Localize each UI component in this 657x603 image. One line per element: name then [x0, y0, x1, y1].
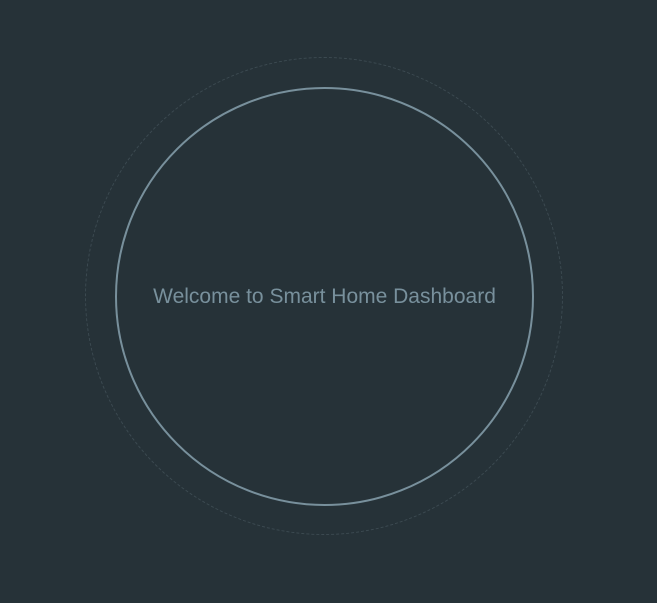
- welcome-message: Welcome to Smart Home Dashboard: [153, 285, 496, 308]
- dashboard-welcome-screen: Welcome to Smart Home Dashboard: [0, 0, 657, 603]
